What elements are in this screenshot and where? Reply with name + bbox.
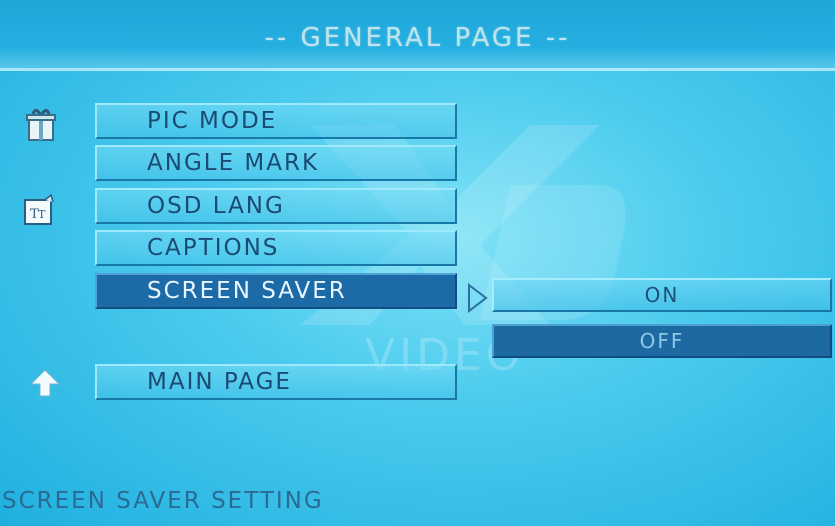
menu-item-label: PIC MODE (147, 108, 278, 134)
option-label: OFF (639, 329, 685, 353)
status-text: SCREEN SAVER SETTING (2, 488, 324, 514)
submenu-pointer-icon (467, 282, 489, 317)
menu-item-label: CAPTIONS (147, 235, 280, 261)
menu-item-osd-lang[interactable]: OSD LANG (95, 188, 457, 224)
svg-text:T: T (38, 208, 46, 221)
menu-item-label: OSD LANG (147, 193, 285, 219)
text-document-icon: T T (18, 190, 60, 232)
menu-item-label: ANGLE MARK (147, 150, 320, 176)
menu-item-captions[interactable]: CAPTIONS (95, 230, 457, 266)
main-page-button[interactable]: MAIN PAGE (95, 364, 457, 400)
title-divider (0, 68, 835, 71)
menu-item-angle-mark[interactable]: ANGLE MARK (95, 145, 457, 181)
option-on[interactable]: ON (492, 278, 832, 312)
main-page-label: MAIN PAGE (147, 369, 292, 395)
up-arrow-icon (24, 362, 66, 404)
option-label: ON (644, 283, 680, 307)
menu-item-screen-saver[interactable]: SCREEN SAVER (95, 273, 457, 309)
gift-box-icon (20, 102, 62, 144)
page-title: -- GENERAL PAGE -- (0, 0, 835, 68)
option-off[interactable]: OFF (492, 324, 832, 358)
osd-screen: -- GENERAL PAGE -- VIDEO T T PIC MODE AN… (0, 0, 835, 526)
menu-item-label: SCREEN SAVER (147, 278, 347, 304)
menu-item-pic-mode[interactable]: PIC MODE (95, 103, 457, 139)
